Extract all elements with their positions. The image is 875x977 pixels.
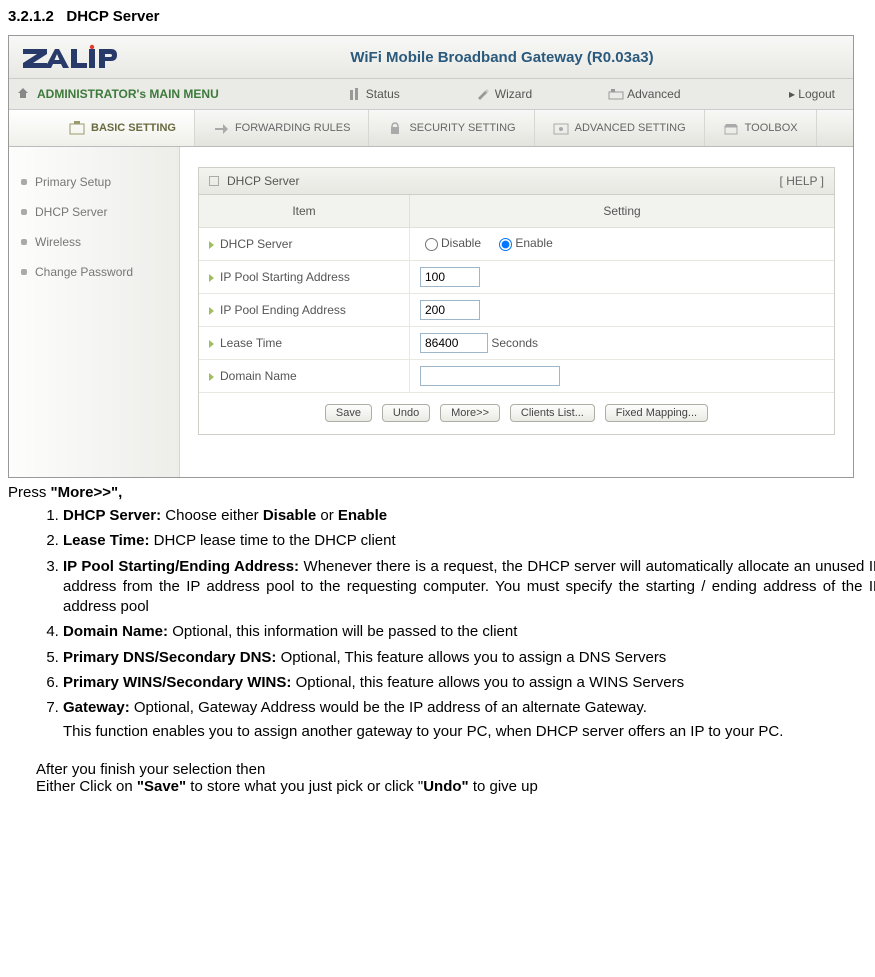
doc-steps-list: DHCP Server: Choose either Disable or En… <box>8 506 875 743</box>
row-ip-end: IP Pool Ending Address <box>199 294 834 327</box>
advanced-icon <box>608 88 622 100</box>
nav-status[interactable]: Status <box>329 87 418 101</box>
top-nav: ADMINISTRATOR's MAIN MENU Status Wizard … <box>9 79 853 110</box>
save-button[interactable]: Save <box>325 404 372 422</box>
row-ip-start: IP Pool Starting Address <box>199 261 834 294</box>
radio-enable[interactable]: Enable <box>494 235 552 251</box>
router-ui-screenshot: WiFi Mobile Broadband Gateway (R0.03a3) … <box>8 35 854 478</box>
row-dhcp-server: DHCP Server Disable Enable <box>199 228 834 261</box>
panel-icon <box>209 176 219 186</box>
row-lease-time: Lease Time Seconds <box>199 327 834 360</box>
sidebar: Primary Setup DHCP Server Wireless Chang… <box>9 147 180 477</box>
doc-intro: Press "More>>", <box>8 484 875 501</box>
nav-advanced[interactable]: Advanced <box>590 87 698 101</box>
col-setting: Setting <box>410 195 835 228</box>
forwarding-icon <box>213 121 229 135</box>
dhcp-settings-panel: DHCP Server [ HELP ] Item Setting DHCP S… <box>198 167 835 435</box>
undo-button[interactable]: Undo <box>382 404 430 422</box>
doc-finish-block: After you finish your selection then Eit… <box>8 761 875 795</box>
input-lease-time[interactable] <box>420 333 488 353</box>
clients-list-button[interactable]: Clients List... <box>510 404 595 422</box>
main-content: DHCP Server [ HELP ] Item Setting DHCP S… <box>180 147 853 477</box>
doc-item-2: Lease Time: DHCP lease time to the DHCP … <box>63 531 875 551</box>
doc-item-7: Gateway: Optional, Gateway Address would… <box>63 698 875 743</box>
doc-item-5: Primary DNS/Secondary DNS: Optional, Thi… <box>63 648 875 668</box>
doc-item-3: IP Pool Starting/Ending Address: Wheneve… <box>63 557 875 618</box>
nav-logout[interactable]: ▸ Logout <box>789 87 853 101</box>
tab-forwarding-rules[interactable]: FORWARDING RULES <box>195 110 370 146</box>
status-icon <box>347 88 361 100</box>
input-ip-start[interactable] <box>420 267 480 287</box>
fixed-mapping-button[interactable]: Fixed Mapping... <box>605 404 708 422</box>
nav-wizard[interactable]: Wizard <box>458 87 550 101</box>
sidebar-item-wireless[interactable]: Wireless <box>9 227 179 257</box>
more-button[interactable]: More>> <box>440 404 500 422</box>
sidebar-item-primary-setup[interactable]: Primary Setup <box>9 167 179 197</box>
app-header: WiFi Mobile Broadband Gateway (R0.03a3) <box>9 36 853 79</box>
sidebar-item-change-password[interactable]: Change Password <box>9 257 179 287</box>
settings-table: Item Setting DHCP Server Disable Enable … <box>199 195 834 393</box>
doc-item-6: Primary WINS/Secondary WINS: Optional, t… <box>63 673 875 693</box>
basic-icon <box>69 121 85 135</box>
admin-main-menu-label[interactable]: ADMINISTRATOR's MAIN MENU <box>31 87 219 101</box>
sidebar-item-dhcp-server[interactable]: DHCP Server <box>9 197 179 227</box>
panel-title: DHCP Server <box>227 174 299 188</box>
wizard-icon <box>476 88 490 100</box>
help-link[interactable]: [ HELP ] <box>780 174 824 188</box>
col-item: Item <box>199 195 410 228</box>
panel-header: DHCP Server [ HELP ] <box>199 168 834 195</box>
row-domain-name: Domain Name <box>199 360 834 393</box>
brand-logo <box>9 43 151 71</box>
page-title: WiFi Mobile Broadband Gateway (R0.03a3) <box>151 49 853 66</box>
tab-basic-setting[interactable]: BASIC SETTING <box>9 110 195 146</box>
button-bar: Save Undo More>> Clients List... Fixed M… <box>199 393 834 434</box>
tab-toolbox[interactable]: TOOLBOX <box>705 110 817 146</box>
advanced-setting-icon <box>553 121 569 135</box>
tab-bar: BASIC SETTING FORWARDING RULES SECURITY … <box>9 110 853 147</box>
input-domain-name[interactable] <box>420 366 560 386</box>
section-heading: 3.2.1.2 DHCP Server <box>8 8 875 25</box>
toolbox-icon <box>723 121 739 135</box>
tab-security-setting[interactable]: SECURITY SETTING <box>369 110 534 146</box>
doc-item-1: DHCP Server: Choose either Disable or En… <box>63 506 875 526</box>
security-icon <box>387 121 403 135</box>
tab-advanced-setting[interactable]: ADVANCED SETTING <box>535 110 705 146</box>
home-icon <box>9 87 31 102</box>
input-ip-end[interactable] <box>420 300 480 320</box>
doc-item-4: Domain Name: Optional, this information … <box>63 622 875 642</box>
radio-disable[interactable]: Disable <box>420 235 481 251</box>
